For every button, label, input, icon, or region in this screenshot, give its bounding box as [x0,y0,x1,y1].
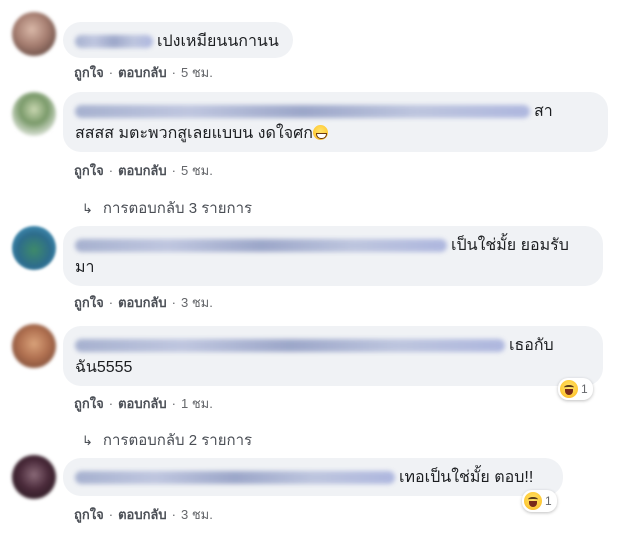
reaction-badge[interactable]: 1 [558,378,593,400]
author-name[interactable] [75,105,530,119]
comment-actions: ถูกใจ · ตอบกลับ · 5 ชม. [74,65,213,80]
reaction-badge[interactable]: 1 [522,490,557,512]
avatar[interactable] [12,12,56,56]
reply-link[interactable]: ตอบกลับ [118,295,167,310]
comment-text-line2: ฉัน5555 [75,359,133,376]
comment-actions: ถูกใจ · ตอบกลับ · 5 ชม. [74,163,213,178]
author-name[interactable] [75,239,447,253]
author-name[interactable] [75,35,153,49]
comment-actions: ถูกใจ · ตอบกลับ · 3 ชม. [74,295,213,310]
reply-arrow-icon: ↳ [82,433,93,448]
comment-text-line2: มา [75,259,95,276]
comment-text-line1: สา [534,103,553,120]
haha-reaction-icon [560,380,578,398]
timestamp[interactable]: 1 ชม. [181,396,213,411]
timestamp[interactable]: 3 ชม. [181,295,213,310]
grinning-face-icon [312,125,328,140]
like-link[interactable]: ถูกใจ [74,295,104,310]
author-name[interactable] [75,471,395,485]
comment-actions: ถูกใจ · ตอบกลับ · 1 ชม. [74,396,213,411]
avatar[interactable] [12,324,56,368]
view-replies-link[interactable]: ↳ การตอบกลับ 3 รายการ [82,196,252,220]
comment-bubble: เปงเหมียนนกานน [63,22,293,58]
reply-link[interactable]: ตอบกลับ [118,65,167,80]
like-link[interactable]: ถูกใจ [74,507,104,522]
comment-text: เปงเหมียนนกานน [157,33,279,50]
like-link[interactable]: ถูกใจ [74,163,104,178]
comment-actions: ถูกใจ · ตอบกลับ · 3 ชม. [74,507,213,522]
comment-text-line1: เธอกับ [509,337,554,354]
reply-link[interactable]: ตอบกลับ [118,163,167,178]
reply-link[interactable]: ตอบกลับ [118,507,167,522]
comment-text-line2: สสสส มตะพวกสูเลยแบบน งดใจศก [75,125,313,142]
reaction-count: 1 [581,382,588,396]
like-link[interactable]: ถูกใจ [74,65,104,80]
reaction-count: 1 [545,494,552,508]
timestamp[interactable]: 5 ชม. [181,163,213,178]
view-replies-link[interactable]: ↳ การตอบกลับ 2 รายการ [82,428,252,452]
comment-bubble: สา สสสส มตะพวกสูเลยแบบน งดใจศก [63,92,608,152]
avatar[interactable] [12,226,56,270]
comment-text-line1: เป็นใช่มั้ย ยอมรับ [451,237,569,254]
author-name[interactable] [75,339,505,353]
avatar[interactable] [12,455,56,499]
comment-bubble: เธอกับ ฉัน5555 [63,326,603,386]
timestamp[interactable]: 5 ชม. [181,65,213,80]
comment-bubble: เทอเป็นใช่มั้ย ตอบ!! [63,458,563,496]
reply-link[interactable]: ตอบกลับ [118,396,167,411]
comment-bubble: เป็นใช่มั้ย ยอมรับ มา [63,226,603,286]
comment-text: เทอเป็นใช่มั้ย ตอบ!! [399,469,534,486]
haha-reaction-icon [524,492,542,510]
avatar[interactable] [12,92,56,136]
timestamp[interactable]: 3 ชม. [181,507,213,522]
reply-arrow-icon: ↳ [82,201,93,216]
like-link[interactable]: ถูกใจ [74,396,104,411]
